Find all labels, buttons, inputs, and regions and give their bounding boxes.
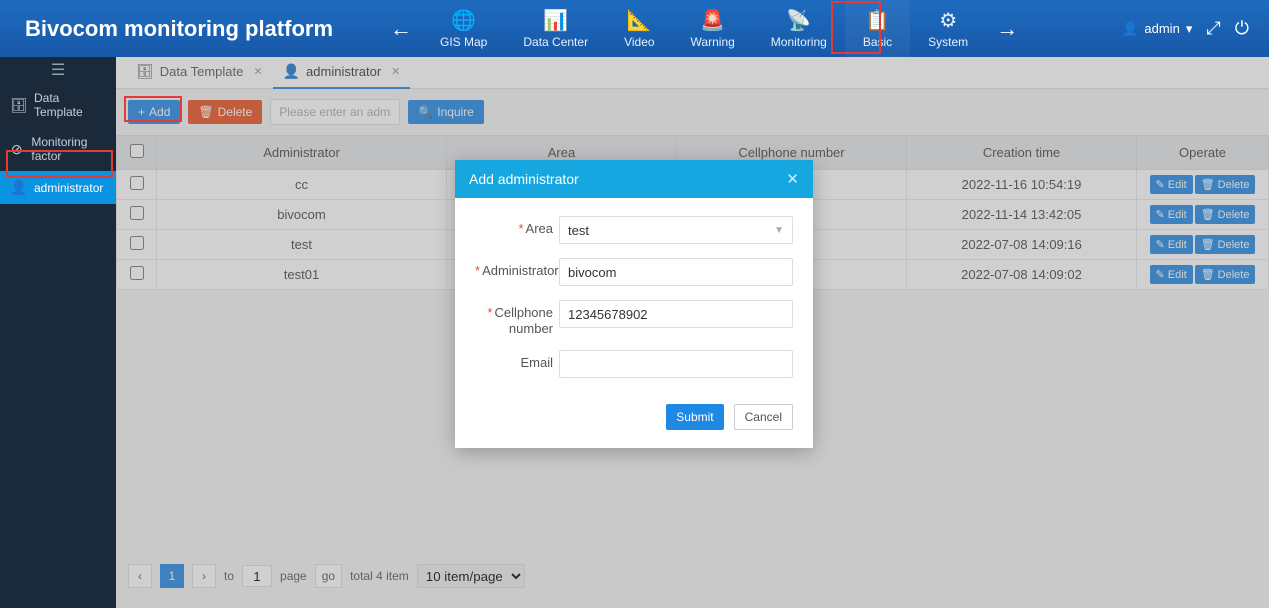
- nav-prev-icon[interactable]: ←: [380, 16, 422, 42]
- power-icon[interactable]: ⏻: [1235, 18, 1249, 39]
- satellite-icon: 📡: [786, 8, 811, 33]
- alarm-icon: 🚨: [700, 8, 725, 33]
- email-input[interactable]: [559, 350, 793, 378]
- dialog-footer: Submit Cancel: [455, 396, 813, 448]
- user-menu[interactable]: 👤 admin ▾: [1122, 21, 1192, 37]
- nav-basic[interactable]: 📋Basic: [845, 0, 910, 57]
- dialog-body: Area test▼ Administrator Cellphone numbe…: [455, 198, 813, 396]
- nav-monitoring[interactable]: 📡Monitoring: [753, 0, 845, 57]
- cancel-button[interactable]: Cancel: [734, 404, 793, 430]
- dialog-title: Add administrator: [469, 171, 579, 187]
- user-icon: 👤: [1122, 21, 1138, 37]
- app-header: Bivocom monitoring platform ← 🌐GIS Map 📊…: [0, 0, 1269, 57]
- chevron-down-icon: ▾: [1186, 21, 1193, 37]
- top-nav: 🌐GIS Map 📊Data Center 📐Video 🚨Warning 📡M…: [422, 0, 986, 57]
- sidebar-toggle[interactable]: ☰: [0, 57, 116, 83]
- sidebar: ☰ 🗄Data Template ⊘Monitoring factor 👤adm…: [0, 57, 116, 608]
- label-cellphone: Cellphone number: [475, 300, 559, 336]
- cellphone-input[interactable]: [559, 300, 793, 328]
- nav-warning[interactable]: 🚨Warning: [673, 0, 753, 57]
- chart-icon: 📊: [543, 8, 568, 33]
- expand-icon[interactable]: ⤢: [1206, 18, 1220, 39]
- label-area: Area: [475, 216, 559, 237]
- user-icon: 👤: [10, 179, 26, 196]
- video-icon: 📐: [627, 8, 652, 33]
- nav-next-icon[interactable]: →: [986, 16, 1028, 42]
- submit-button[interactable]: Submit: [666, 404, 723, 430]
- dialog-header: Add administrator ✕: [455, 160, 813, 198]
- sidebar-item-data-template[interactable]: 🗄Data Template: [0, 83, 116, 127]
- database-icon: 🗄: [10, 97, 26, 114]
- sidebar-item-monitoring-factor[interactable]: ⊘Monitoring factor: [0, 127, 116, 171]
- administrator-input[interactable]: [559, 258, 793, 286]
- label-administrator: Administrator: [475, 258, 559, 279]
- header-right: 👤 admin ▾ ⤢ ⏻: [1122, 18, 1269, 39]
- app-title: Bivocom monitoring platform: [0, 16, 380, 42]
- nav-video[interactable]: 📐Video: [606, 0, 672, 57]
- chevron-down-icon: ▼: [774, 225, 784, 236]
- close-icon[interactable]: ✕: [786, 170, 799, 188]
- nav-gis-map[interactable]: 🌐GIS Map: [422, 0, 505, 57]
- area-select[interactable]: test▼: [559, 216, 793, 244]
- nav-data-center[interactable]: 📊Data Center: [505, 0, 606, 57]
- gear-icon: ⚙: [939, 8, 957, 33]
- nav-system[interactable]: ⚙System: [910, 0, 986, 57]
- sidebar-item-administrator[interactable]: 👤administrator: [0, 171, 116, 204]
- clipboard-icon: 📋: [865, 8, 890, 33]
- add-administrator-dialog: Add administrator ✕ Area test▼ Administr…: [455, 160, 813, 448]
- ban-icon: ⊘: [10, 141, 23, 158]
- globe-icon: 🌐: [451, 8, 476, 33]
- label-email: Email: [475, 350, 559, 371]
